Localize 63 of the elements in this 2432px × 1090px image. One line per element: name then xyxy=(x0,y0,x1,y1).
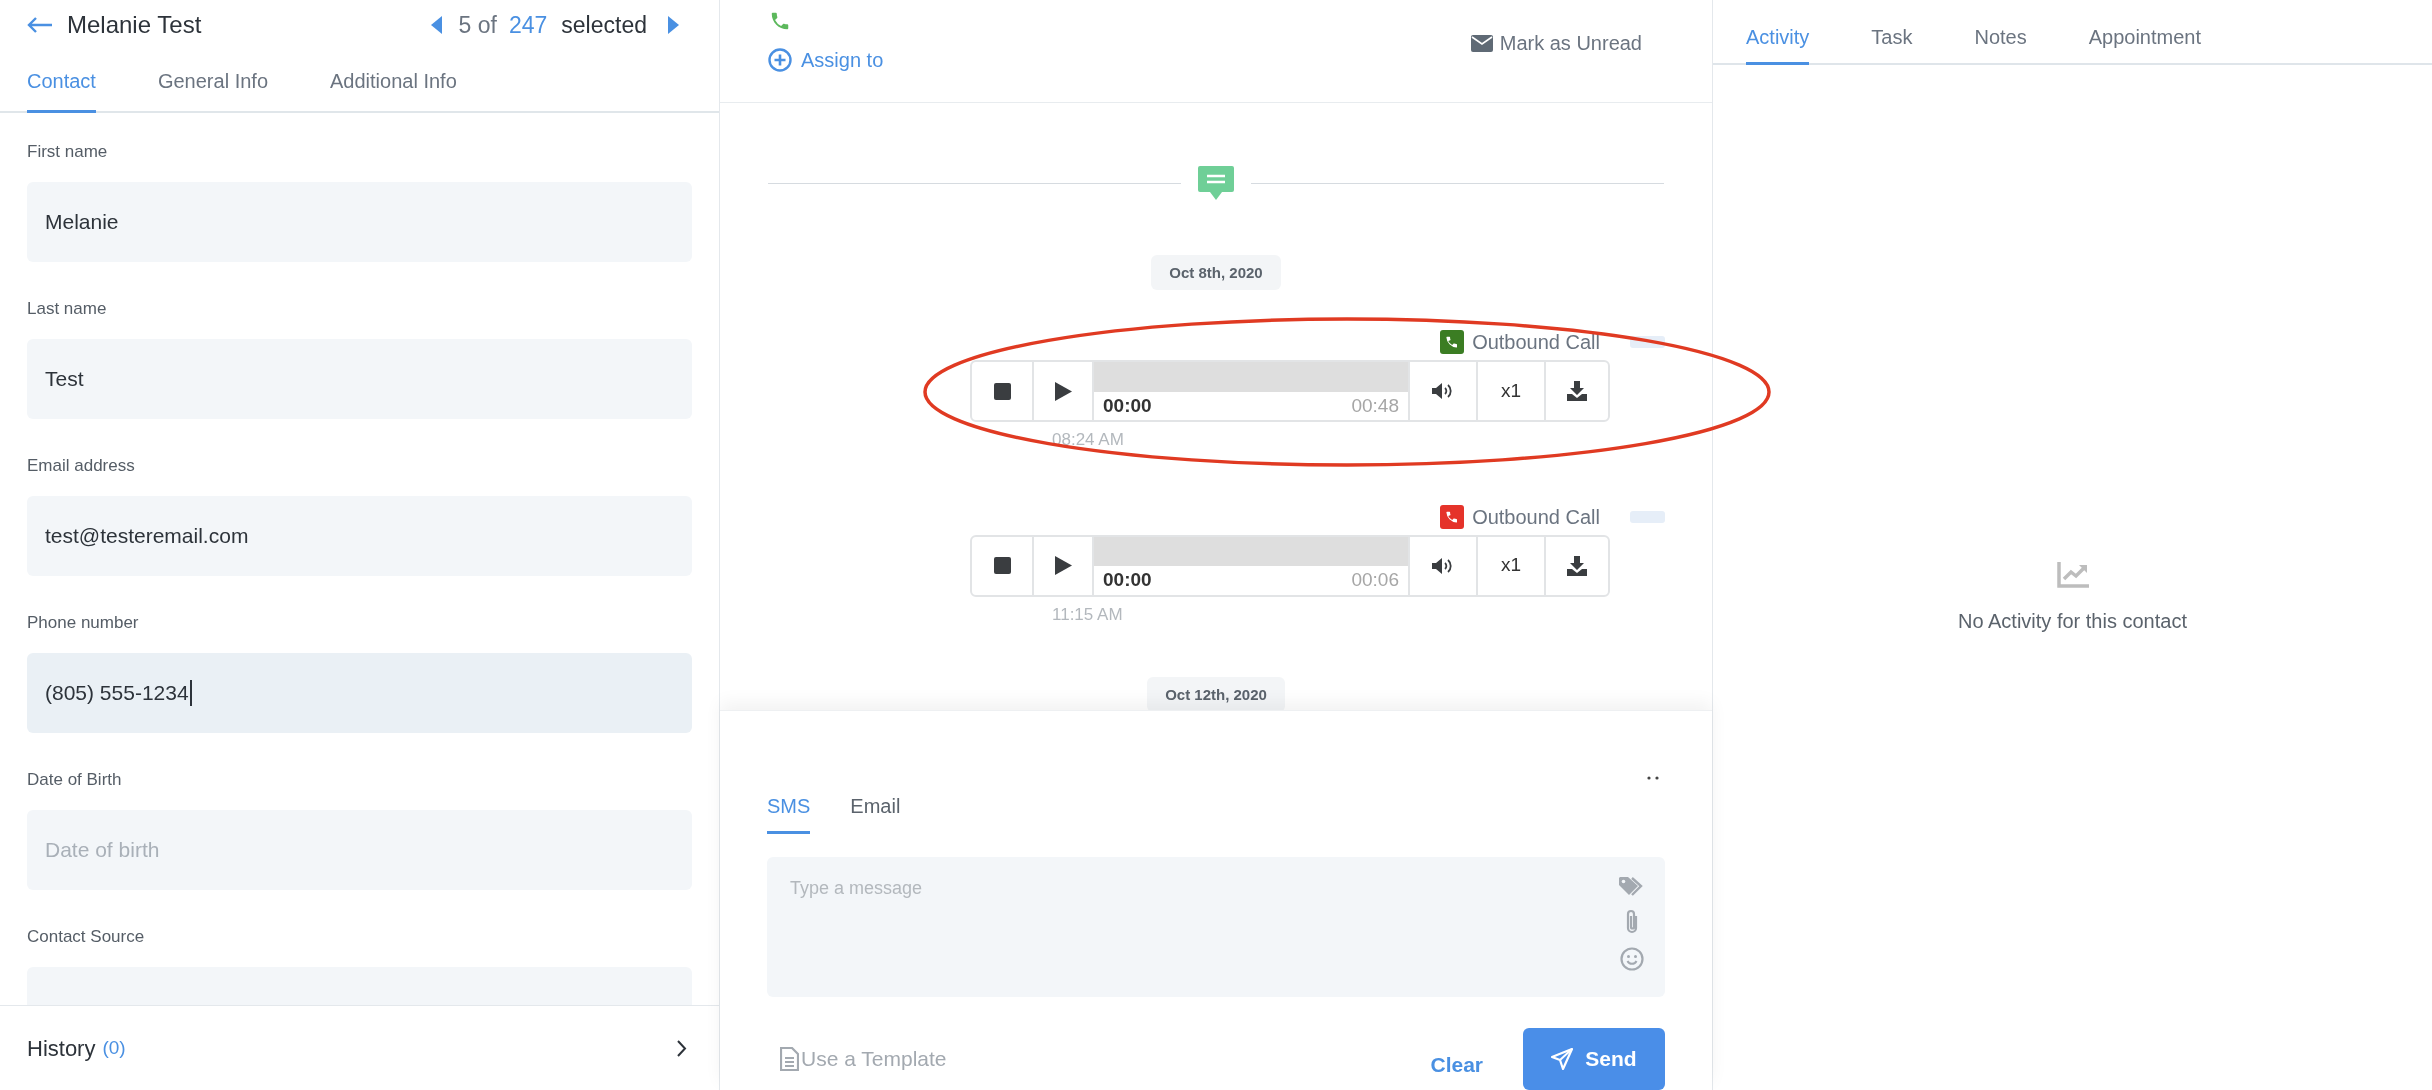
pager-total: 247 xyxy=(508,10,548,40)
input-field[interactable]: Test xyxy=(27,339,692,419)
send-button[interactable]: Send xyxy=(1523,1028,1665,1090)
call-title: Outbound Call xyxy=(1472,330,1600,355)
tab[interactable]: Email xyxy=(850,790,901,834)
logo-placeholder xyxy=(1630,510,1665,523)
empty-state-text: No Activity for this contact xyxy=(1958,609,2187,634)
field-label: First name xyxy=(27,142,109,162)
download-icon xyxy=(1567,381,1587,401)
tab[interactable]: Task xyxy=(1871,22,1913,65)
more-icon[interactable] xyxy=(1647,776,1659,780)
chevron-right-icon[interactable] xyxy=(677,1039,687,1057)
tab[interactable]: SMS xyxy=(767,790,811,834)
tab[interactable]: General Info xyxy=(157,66,268,113)
speed-button[interactable]: x1 xyxy=(1476,536,1544,595)
tab[interactable]: Additional Info xyxy=(330,66,457,113)
play-icon xyxy=(1054,556,1072,575)
progress-track[interactable] xyxy=(1094,362,1408,392)
contact-name: Melanie Test xyxy=(67,10,202,40)
field-label: Contact Source xyxy=(27,927,146,947)
duration: 00:48 xyxy=(1351,393,1399,418)
call-time: 11:15 AM xyxy=(1052,603,1124,626)
previous-icon[interactable] xyxy=(430,16,442,34)
field-label: Email address xyxy=(27,456,136,476)
pager-position: 5 of xyxy=(458,10,497,40)
paperclip-icon[interactable] xyxy=(1625,908,1639,935)
input-field[interactable]: test@testeremail.com xyxy=(27,496,692,576)
tab[interactable]: Appointment xyxy=(2088,22,2201,65)
document-icon xyxy=(780,1047,799,1071)
field-label: Last name xyxy=(27,299,108,319)
date-chip: Oct 8th, 2020 xyxy=(1151,255,1281,290)
volume-icon xyxy=(1432,556,1454,575)
clear-button[interactable]: Clear xyxy=(1430,1049,1483,1081)
field-label: Phone number xyxy=(27,613,140,633)
volume-icon xyxy=(1432,382,1454,400)
stop-icon xyxy=(993,382,1011,400)
plus-circle-icon xyxy=(768,48,792,72)
tab[interactable]: Notes xyxy=(1974,22,2027,65)
tab[interactable]: Contact xyxy=(27,66,96,113)
download-icon xyxy=(1567,555,1587,576)
progress-track[interactable] xyxy=(1094,536,1408,566)
call-time: 08:24 AM xyxy=(1052,429,1125,451)
call-title: Outbound Call xyxy=(1472,504,1600,530)
next-icon[interactable] xyxy=(668,16,679,34)
elapsed-time: 00:00 xyxy=(1103,568,1152,592)
back-arrow-icon[interactable] xyxy=(27,17,53,33)
input-field[interactable]: (805) 555-1234 xyxy=(27,653,692,733)
duration: 00:06 xyxy=(1351,568,1399,592)
pager-label: selected xyxy=(561,10,647,40)
envelope-icon xyxy=(1470,34,1493,52)
date-chip: Oct 12th, 2020 xyxy=(1147,677,1285,710)
chat-bubble-icon xyxy=(1198,166,1234,200)
speed-button[interactable]: x1 xyxy=(1476,362,1544,420)
field-label: Date of Birth xyxy=(27,770,123,790)
stop-icon xyxy=(993,557,1011,574)
tab[interactable]: Activity xyxy=(1746,22,1810,65)
mark-unread-button[interactable]: Mark as Unread xyxy=(1470,28,1642,58)
paper-plane-icon xyxy=(1551,1048,1574,1070)
elapsed-time: 00:00 xyxy=(1103,393,1152,418)
play-icon xyxy=(1054,381,1072,401)
chart-icon xyxy=(2056,562,2089,588)
assign-to-link[interactable]: Assign to xyxy=(768,45,884,75)
input-field[interactable]: Melanie xyxy=(27,182,692,262)
